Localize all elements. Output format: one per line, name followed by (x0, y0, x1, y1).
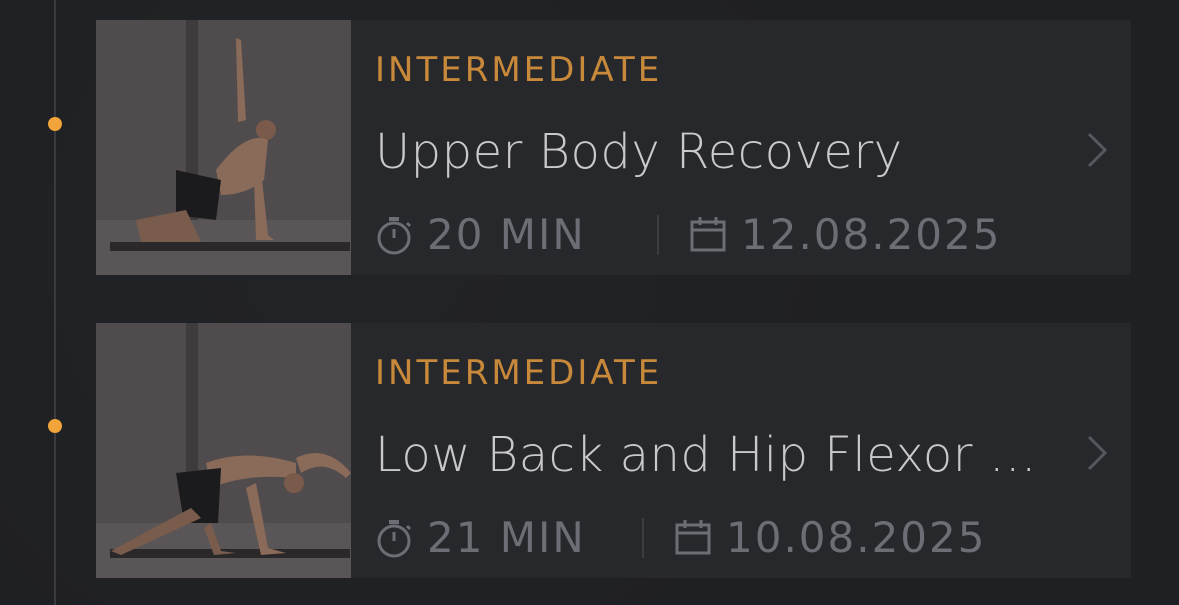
workout-meta: 20 MIN 12.08.2025 (375, 210, 1001, 259)
stopwatch-icon (375, 518, 413, 558)
difficulty-label: INTERMEDIATE (375, 50, 663, 90)
meta-divider (657, 214, 659, 255)
workout-date: 12.08.2025 (741, 210, 1002, 259)
calendar-icon (689, 215, 727, 255)
chevron-right-icon[interactable] (1085, 130, 1109, 170)
yoga-pose-image (96, 323, 351, 578)
workout-thumbnail (96, 323, 351, 578)
stopwatch-icon (375, 215, 413, 255)
chevron-right-icon[interactable] (1085, 433, 1109, 473)
yoga-pose-image (96, 20, 351, 275)
workout-duration: 21 MIN (427, 513, 586, 562)
timeline-line (54, 0, 56, 605)
workout-title: Low Back and Hip Flexor Release (375, 427, 1065, 483)
workout-card[interactable]: INTERMEDIATE Low Back and Hip Flexor Rel… (96, 323, 1131, 578)
difficulty-label: INTERMEDIATE (375, 353, 663, 393)
timeline-dot (48, 117, 62, 131)
workout-history: INTERMEDIATE Upper Body Recovery 20 MIN (0, 0, 1179, 605)
meta-divider (642, 517, 644, 558)
workout-thumbnail (96, 20, 351, 275)
workout-info: INTERMEDIATE Upper Body Recovery 20 MIN (351, 20, 1131, 275)
workout-title: Upper Body Recovery (375, 124, 903, 180)
workout-duration: 20 MIN (427, 210, 586, 259)
workout-card[interactable]: INTERMEDIATE Upper Body Recovery 20 MIN (96, 20, 1131, 275)
workout-info: INTERMEDIATE Low Back and Hip Flexor Rel… (351, 323, 1131, 578)
calendar-icon (674, 518, 712, 558)
workout-date: 10.08.2025 (726, 513, 987, 562)
workout-meta: 21 MIN 10.08.2025 (375, 513, 986, 562)
timeline-dot (48, 419, 62, 433)
